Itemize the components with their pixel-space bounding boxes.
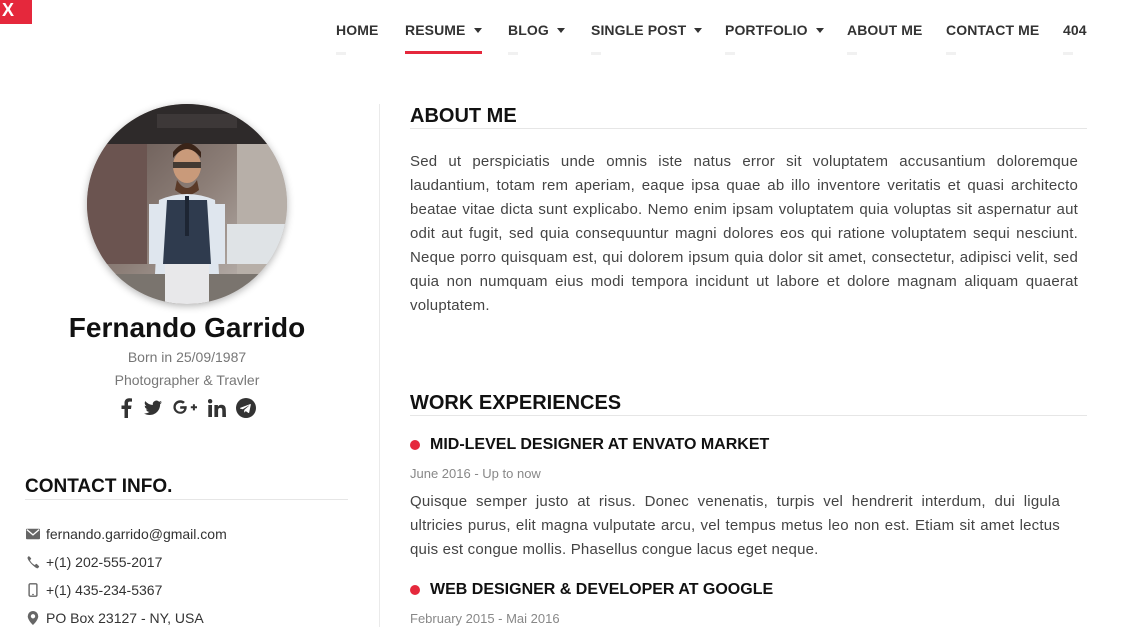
main-nav: HOME RESUME BLOG SINGLE POST PORTFOLIO A… <box>320 0 1126 60</box>
phone-icon <box>27 556 40 569</box>
envelope-icon <box>26 528 40 540</box>
site-logo[interactable]: X <box>0 0 32 24</box>
mobile-phone-icon <box>28 583 38 597</box>
chevron-down-icon <box>694 28 703 33</box>
job-title-2-text: WEB DESIGNER & DEVELOPER AT GOOGLE <box>430 581 774 598</box>
work-heading: WORK EXPERIENCES <box>410 392 622 414</box>
job-date-2: February 2015 - Mai 2016 <box>410 611 560 626</box>
bullet-dot-icon <box>410 440 420 450</box>
contact-phone[interactable]: +(1) 202-555-2017 <box>26 554 162 570</box>
about-heading: ABOUT ME <box>410 105 517 127</box>
nav-contact-me-label: CONTACT ME <box>946 22 1040 38</box>
chevron-down-icon <box>815 28 824 33</box>
contact-divider <box>25 499 348 500</box>
nav-home-label: HOME <box>336 22 379 38</box>
job-desc-1: Quisque semper justo at risus. Donec ven… <box>410 493 1060 558</box>
profile-role: Photographer & Travler <box>114 372 260 388</box>
contact-email-text: fernando.garrido@gmail.com <box>46 526 227 542</box>
nav-404-label: 404 <box>1063 22 1087 38</box>
chevron-down-icon <box>556 28 565 33</box>
bullet-dot-icon <box>410 585 420 595</box>
contact-address: PO Box 23127 - NY, USA <box>26 610 204 626</box>
nav-blog[interactable]: BLOG <box>508 22 565 55</box>
chevron-down-icon <box>473 28 482 33</box>
nav-single-post-label: SINGLE POST <box>591 22 687 38</box>
nav-single-post-indicator <box>591 52 601 55</box>
job-title-1-text: MID-LEVEL DESIGNER AT ENVATO MARKET <box>430 436 770 453</box>
contact-mobile[interactable]: +(1) 435-234-5367 <box>26 582 162 598</box>
nav-home-indicator <box>336 52 346 55</box>
nav-404[interactable]: 404 <box>1063 22 1087 55</box>
active-underline <box>405 51 482 54</box>
column-divider <box>379 104 380 627</box>
nav-404-indicator <box>1063 52 1073 55</box>
job-title-2: WEB DESIGNER & DEVELOPER AT GOOGLE <box>410 581 773 599</box>
nav-contact-me[interactable]: CONTACT ME <box>946 22 1040 55</box>
profile-photo <box>87 104 287 304</box>
nav-blog-label: BLOG <box>508 22 549 38</box>
job-date-1: June 2016 - Up to now <box>410 466 541 481</box>
work-divider <box>410 415 1087 416</box>
contact-mobile-text: +(1) 435-234-5367 <box>46 582 163 598</box>
twitter-icon[interactable] <box>144 400 162 416</box>
about-text: Sed ut perspiciatis unde omnis iste natu… <box>410 153 1078 314</box>
nav-about-me[interactable]: ABOUT ME <box>847 22 923 55</box>
nav-about-me-label: ABOUT ME <box>847 22 923 38</box>
facebook-icon[interactable] <box>118 398 134 418</box>
about-divider <box>410 128 1087 129</box>
contact-heading: CONTACT INFO. <box>25 476 173 497</box>
social-links <box>118 396 256 420</box>
nav-contact-me-indicator <box>946 52 956 55</box>
profile-photo-illustration <box>87 104 287 304</box>
profile-born: Born in 25/09/1987 <box>127 349 247 365</box>
linkedin-icon[interactable] <box>208 399 226 417</box>
nav-blog-indicator <box>508 52 518 55</box>
nav-portfolio-indicator <box>725 52 735 55</box>
nav-single-post[interactable]: SINGLE POST <box>591 22 703 55</box>
nav-home[interactable]: HOME <box>336 22 379 55</box>
job-title-1: MID-LEVEL DESIGNER AT ENVATO MARKET <box>410 436 769 454</box>
nav-about-me-indicator <box>847 52 857 55</box>
nav-resume-label: RESUME <box>405 22 466 38</box>
contact-address-text: PO Box 23127 - NY, USA <box>46 610 204 626</box>
map-marker-icon <box>27 611 39 625</box>
telegram-icon[interactable] <box>236 398 256 418</box>
contact-phone-text: +(1) 202-555-2017 <box>46 554 163 570</box>
profile-name: Fernando Garrido <box>68 312 306 343</box>
nav-portfolio[interactable]: PORTFOLIO <box>725 22 824 55</box>
nav-resume[interactable]: RESUME <box>405 22 482 54</box>
nav-portfolio-label: PORTFOLIO <box>725 22 808 38</box>
contact-email[interactable]: fernando.garrido@gmail.com <box>26 526 227 542</box>
google-plus-icon[interactable] <box>172 399 198 417</box>
